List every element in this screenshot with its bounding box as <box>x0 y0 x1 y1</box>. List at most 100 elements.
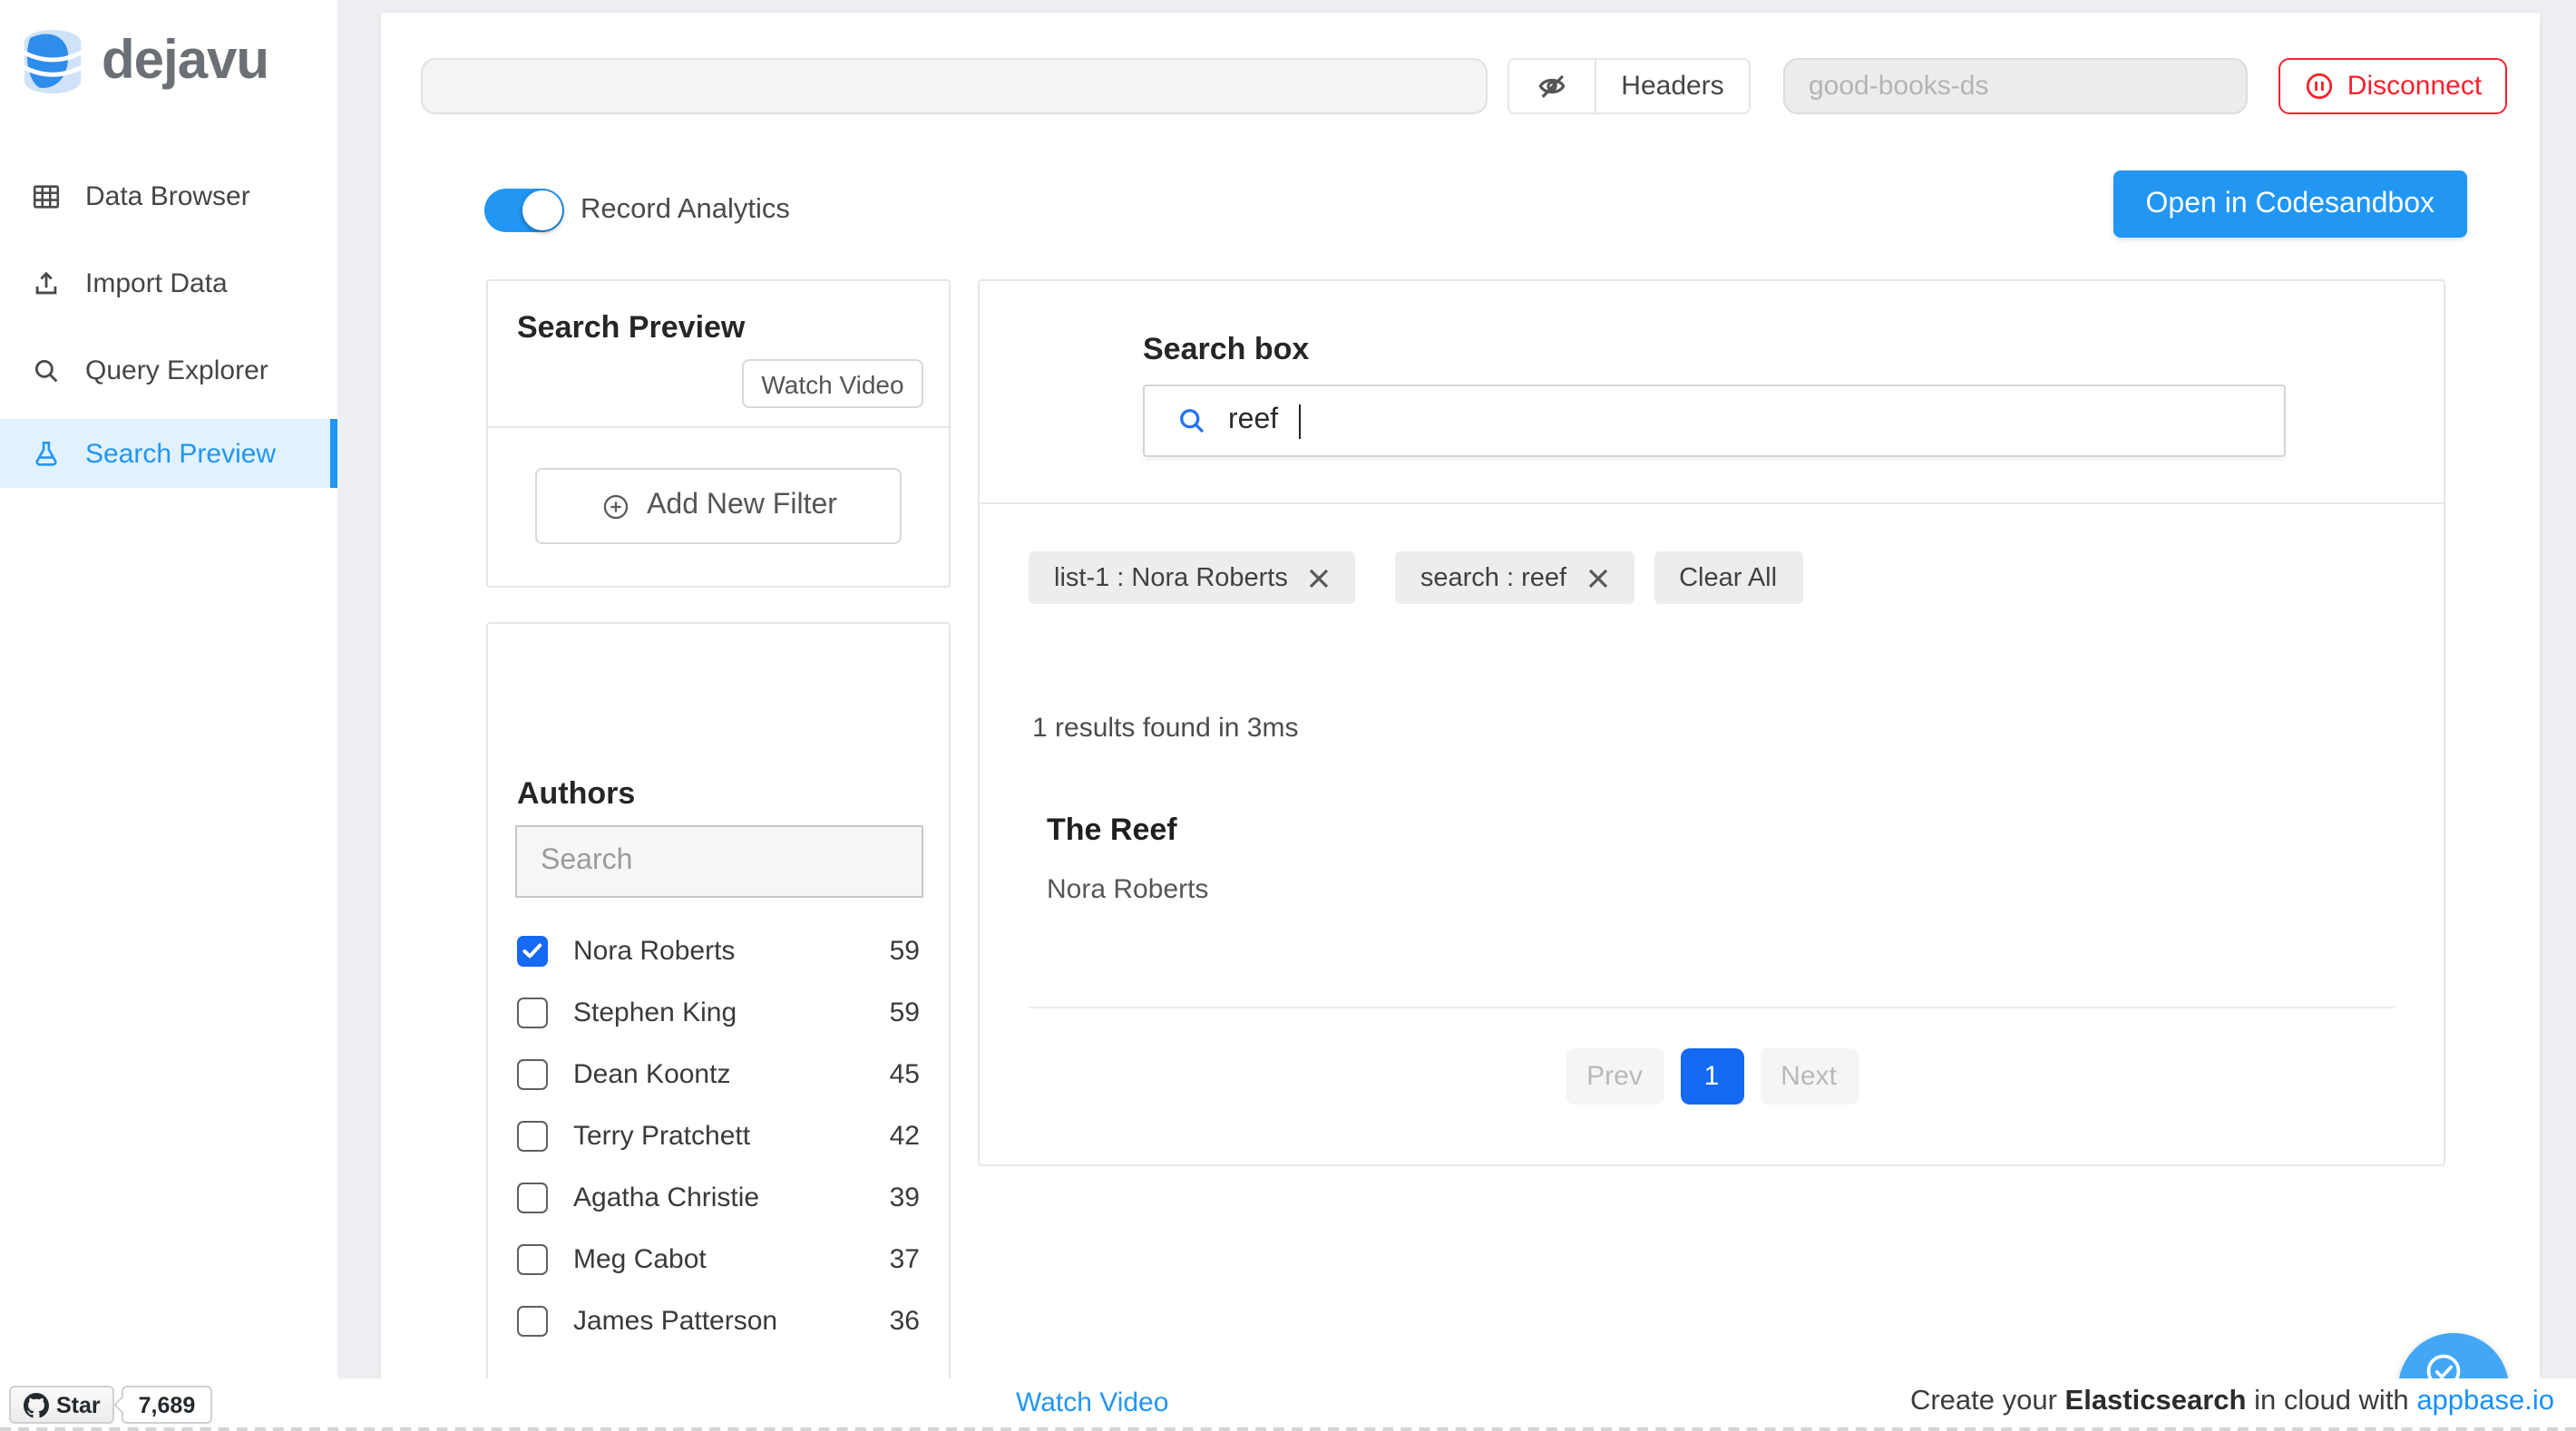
author-count: 59 <box>890 935 920 966</box>
clear-all-button[interactable]: Clear All <box>1654 551 1802 604</box>
filter-chip[interactable]: list-1 : Nora Roberts <box>1029 551 1355 604</box>
author-count: 39 <box>890 1182 920 1212</box>
text-cursor <box>1298 404 1301 438</box>
active-filters-row: list-1 : Nora Roberts search : reef <box>1029 551 1802 604</box>
sidebar-item-data-browser[interactable]: Data Browser <box>0 169 337 223</box>
author-count: 36 <box>890 1305 920 1336</box>
star-label: Star <box>56 1392 101 1417</box>
filter-chip[interactable]: search : reef <box>1395 551 1634 604</box>
author-name: Agatha Christie <box>573 1182 890 1212</box>
search-preview-panel: Search Preview Watch Video Add New Filte… <box>486 279 951 588</box>
pagination-prev-button[interactable]: Prev <box>1566 1048 1664 1105</box>
sidebar: dejavu Data Browser Import Data <box>0 0 337 1378</box>
index-name-input[interactable] <box>1783 58 2248 114</box>
divider <box>980 502 2444 504</box>
result-title: The Reef <box>1047 813 2395 849</box>
results-panel: Search box reef list-1 : Nora Roberts <box>978 279 2445 1166</box>
author-count: 45 <box>890 1058 920 1089</box>
author-filter-row[interactable]: Dean Koontz 45 <box>488 1043 949 1105</box>
record-analytics-toggle[interactable] <box>484 189 564 232</box>
open-in-codesandbox-button[interactable]: Open in Codesandbox <box>2113 170 2467 238</box>
sidebar-item-search-preview[interactable]: Search Preview <box>0 419 337 488</box>
close-icon[interactable] <box>1586 567 1608 589</box>
authors-search-input[interactable] <box>515 825 923 898</box>
author-checkbox[interactable] <box>517 1182 548 1212</box>
author-count: 37 <box>890 1243 920 1274</box>
github-icon <box>24 1392 49 1417</box>
footer: Star 7,689 Watch Video Create your Elast… <box>0 1378 2576 1431</box>
sidebar-item-label: Import Data <box>85 268 228 298</box>
logo-text: dejavu <box>102 31 268 92</box>
facet-title: Authors <box>517 776 635 813</box>
sidebar-item-label: Data Browser <box>85 180 250 211</box>
disconnect-label: Disconnect <box>2347 71 2482 102</box>
search-query-text: reef <box>1228 404 1278 437</box>
sidebar-item-query-explorer[interactable]: Query Explorer <box>0 343 337 397</box>
author-name: Meg Cabot <box>573 1243 890 1274</box>
github-star-widget: Star 7,689 <box>9 1386 211 1424</box>
author-filter-row[interactable]: James Patterson 36 <box>488 1290 949 1351</box>
author-name: James Patterson <box>573 1305 890 1336</box>
appbase-link[interactable]: appbase.io <box>2416 1386 2554 1416</box>
pause-circle-icon <box>2304 71 2335 102</box>
divider <box>1029 1007 2395 1008</box>
search-icon <box>31 355 62 385</box>
author-filter-row[interactable]: Terry Pratchett 42 <box>488 1105 949 1166</box>
pagination: Prev 1 Next <box>1566 1048 1858 1105</box>
search-box-title: Search box <box>1143 332 1309 368</box>
record-analytics-label: Record Analytics <box>581 194 790 227</box>
github-star-count[interactable]: 7,689 <box>122 1386 212 1424</box>
headers-button-group: Headers <box>1508 58 1751 114</box>
author-name: Stephen King <box>573 997 890 1027</box>
divider <box>488 426 949 428</box>
pagination-next-button[interactable]: Next <box>1760 1048 1858 1105</box>
promo-middle: in cloud with <box>2246 1386 2416 1416</box>
author-checkbox[interactable] <box>517 1305 548 1336</box>
author-filter-row[interactable]: Agatha Christie 39 <box>488 1166 949 1228</box>
toggle-knob <box>522 190 562 230</box>
author-checkbox[interactable] <box>517 1243 548 1274</box>
github-star-button[interactable]: Star <box>9 1386 115 1424</box>
author-filter-row[interactable]: Meg Cabot 37 <box>488 1228 949 1290</box>
pagination-page-1-button[interactable]: 1 <box>1680 1048 1743 1105</box>
footer-promo: Create your Elasticsearch in cloud with … <box>1910 1386 2554 1418</box>
sidebar-item-label: Query Explorer <box>85 355 268 385</box>
results-list: The Reef Nora Roberts <box>1047 813 2395 905</box>
add-new-filter-button[interactable]: Add New Filter <box>535 468 902 544</box>
author-count: 59 <box>890 997 920 1027</box>
headers-button[interactable]: Headers <box>1596 60 1749 112</box>
headers-label: Headers <box>1621 71 1723 102</box>
author-checkbox[interactable] <box>517 1058 548 1089</box>
sidebar-item-label: Search Preview <box>85 438 276 469</box>
plus-circle-icon <box>600 491 630 521</box>
dejavu-logo-icon <box>20 27 85 96</box>
author-checkbox[interactable] <box>517 935 548 966</box>
cluster-url-input[interactable] <box>421 58 1488 114</box>
panel-title: Search Preview <box>517 310 745 346</box>
result-stats: 1 results found in 3ms <box>1032 713 1299 744</box>
author-checkbox[interactable] <box>517 997 548 1027</box>
footer-watch-video-link[interactable]: Watch Video <box>1016 1387 1168 1418</box>
app-logo: dejavu <box>20 27 268 96</box>
table-grid-icon <box>31 180 62 211</box>
author-name: Nora Roberts <box>573 935 890 966</box>
close-icon[interactable] <box>1308 567 1330 589</box>
promo-prefix: Create your <box>1910 1386 2065 1416</box>
author-filter-row[interactable]: Stephen King 59 <box>488 981 949 1043</box>
upload-icon <box>31 268 62 298</box>
author-checkbox[interactable] <box>517 1120 548 1151</box>
app: dejavu Data Browser Import Data <box>0 0 2576 1431</box>
disconnect-button[interactable]: Disconnect <box>2278 58 2507 114</box>
author-name: Dean Koontz <box>573 1058 890 1089</box>
flask-icon <box>31 438 62 469</box>
search-icon <box>1176 404 1208 437</box>
search-box-input[interactable]: reef <box>1143 385 2286 457</box>
result-author: Nora Roberts <box>1047 874 2395 905</box>
watch-video-button[interactable]: Watch Video <box>742 359 923 408</box>
eye-slash-icon <box>1535 69 1569 103</box>
sidebar-item-import-data[interactable]: Import Data <box>0 256 337 310</box>
filter-chip-label: list-1 : Nora Roberts <box>1054 563 1288 592</box>
toggle-url-visibility-button[interactable] <box>1509 60 1596 112</box>
author-filter-row[interactable]: Nora Roberts 59 <box>488 920 949 981</box>
promo-product: Elasticsearch <box>2065 1386 2247 1416</box>
